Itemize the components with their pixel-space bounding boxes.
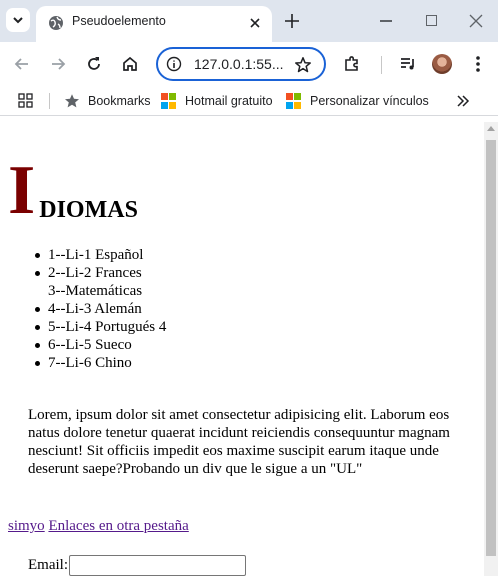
more-menu-icon[interactable] (468, 54, 488, 74)
page-heading: I DIOMAS (8, 150, 138, 229)
tab-search-button[interactable] (6, 8, 30, 32)
scroll-up-arrow-icon[interactable] (487, 126, 495, 131)
browser-toolbar: 127.0.0.1:55... (0, 42, 498, 86)
back-arrow-icon[interactable] (12, 54, 32, 74)
bookmark-personalizar[interactable]: Personalizar vínculos (286, 86, 429, 116)
heading-text: DIOMAS (39, 197, 138, 223)
microsoft-logo-icon (286, 93, 302, 109)
new-tab-icon[interactable] (284, 13, 300, 29)
simyo-link[interactable]: simyo (8, 518, 45, 534)
bookmark-star-icon[interactable] (294, 56, 312, 74)
profile-avatar[interactable] (432, 54, 452, 74)
links-row: simyo Enlaces en otra pestaña (8, 517, 189, 535)
bookmark-hotmail[interactable]: Hotmail gratuito (161, 86, 273, 116)
close-tab-icon[interactable] (248, 16, 262, 30)
minimize-icon[interactable] (380, 20, 392, 22)
home-icon[interactable] (120, 54, 140, 74)
lorem-paragraph: Lorem, ipsum dolor sit amet consectetur … (28, 407, 450, 477)
email-label: Email: (28, 557, 68, 573)
address-bar[interactable]: 127.0.0.1:55... (156, 47, 326, 81)
bookmarks-separator (49, 93, 50, 109)
page-viewport: I DIOMAS 1--Li-1 Español 2--Li-2 Frances… (0, 122, 484, 576)
list-item: 3--Matemáticas (48, 283, 143, 299)
globe-icon (49, 16, 63, 30)
bookmark-label: Bookmarks (88, 94, 151, 108)
new-tab-link[interactable]: Enlaces en otra pestaña (48, 518, 188, 534)
site-info-icon[interactable] (166, 56, 182, 72)
tab-title: Pseudoelemento (72, 14, 166, 28)
list-item: 2--Li-2 Frances (34, 264, 166, 282)
reload-icon[interactable] (84, 54, 104, 74)
email-form: Email: (28, 555, 246, 576)
maximize-icon[interactable] (426, 15, 437, 26)
toolbar-separator (381, 56, 382, 74)
chevron-down-icon (13, 17, 23, 24)
bookmark-label: Personalizar vínculos (310, 94, 429, 108)
language-list: 1--Li-1 Español 2--Li-2 Frances 3--Matem… (34, 246, 167, 372)
list-item: 1--Li-1 Español (34, 246, 166, 264)
star-icon (65, 94, 79, 108)
bookmarks-bar: Bookmarks Hotmail gratuito Personalizar … (0, 86, 498, 116)
bookmark-bookmarks[interactable]: Bookmarks (64, 86, 151, 116)
media-control-icon[interactable] (398, 54, 418, 74)
vertical-scrollbar[interactable] (484, 122, 498, 576)
list-item: 5--Li-4 Portugués 4 (34, 319, 167, 335)
forward-arrow-icon[interactable] (48, 54, 68, 74)
extensions-puzzle-icon[interactable] (342, 54, 362, 74)
list-item: 4--Li-3 Alemán (34, 300, 166, 318)
heading-dropcap: I (8, 152, 36, 229)
bookmark-label: Hotmail gratuito (185, 94, 273, 108)
chevron-double-right-icon[interactable] (456, 94, 470, 108)
microsoft-logo-icon (161, 93, 177, 109)
list-item: 6--Li-5 Sueco (34, 336, 166, 354)
browser-tab[interactable]: Pseudoelemento (36, 6, 272, 42)
scrollbar-thumb[interactable] (486, 140, 496, 556)
window-close-icon[interactable] (469, 14, 483, 28)
list-item: 7--Li-6 Chino (34, 354, 166, 372)
tab-strip: Pseudoelemento (0, 0, 498, 42)
email-field[interactable] (69, 555, 246, 576)
apps-grid-icon[interactable] (18, 93, 33, 108)
address-url: 127.0.0.1:55... (194, 56, 284, 72)
